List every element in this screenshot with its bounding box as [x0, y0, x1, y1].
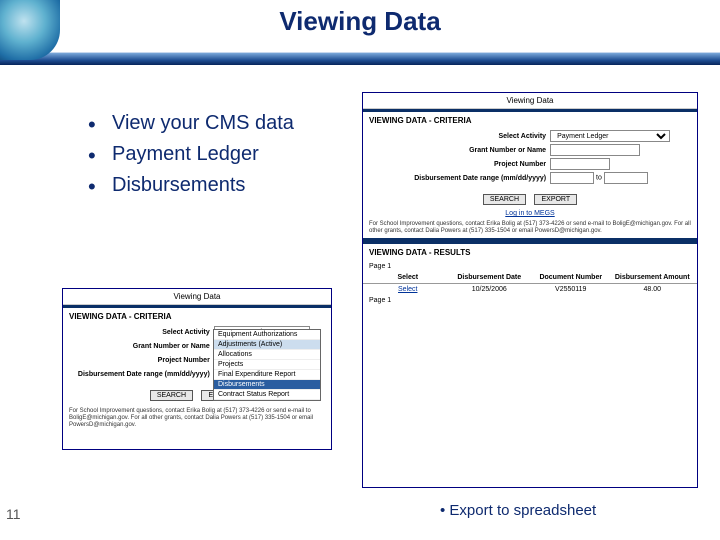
dropdown-option[interactable]: Equipment Authorizations: [214, 330, 320, 340]
search-button[interactable]: SEARCH: [483, 194, 526, 205]
results-row[interactable]: Select 10/25/2006 V2550119 48.00: [363, 284, 697, 295]
dropdown-option[interactable]: Contract Status Report: [214, 390, 320, 400]
activity-dropdown-open[interactable]: Equipment Authorizations Adjustments (Ac…: [213, 329, 321, 401]
select-activity-label: Select Activity: [69, 329, 214, 336]
col-disbursement-amount: Disbursement Amount: [612, 274, 694, 281]
criteria-heading: VIEWING DATA - CRITERIA: [63, 308, 331, 325]
bullet-item-2: Payment Ledger: [88, 143, 294, 166]
col-document-number: Document Number: [530, 274, 612, 281]
dropdown-option[interactable]: Final Expenditure Report: [214, 370, 320, 380]
dropdown-option[interactable]: Adjustments (Active): [214, 340, 320, 350]
export-note-text: Export to spreadsheet: [449, 502, 596, 519]
login-link[interactable]: Log in to MEGS: [363, 209, 697, 218]
grant-input[interactable]: [550, 144, 640, 156]
row-amount: 48.00: [612, 286, 694, 293]
select-activity-label: Select Activity: [369, 133, 550, 140]
bullet-item-3: Disbursements: [88, 174, 294, 197]
app-title: Viewing Data: [63, 289, 331, 305]
bullet-list: View your CMS data Payment Ledger Disbur…: [48, 112, 294, 205]
row-select-link[interactable]: Select: [367, 286, 449, 293]
logo-orb-icon: [0, 0, 60, 60]
date-range-label: Disbursement Date range (mm/dd/yyyy): [369, 175, 550, 182]
footer-help-text: For School Improvement questions, contac…: [63, 405, 331, 433]
screenshot-criteria-results: Viewing Data VIEWING DATA - CRITERIA Sel…: [362, 92, 698, 488]
date-range-label: Disbursement Date range (mm/dd/yyyy): [69, 371, 214, 378]
project-label: Project Number: [369, 161, 550, 168]
grant-label: Grant Number or Name: [69, 343, 214, 350]
grant-label: Grant Number or Name: [369, 147, 550, 154]
criteria-heading: VIEWING DATA - CRITERIA: [363, 112, 697, 129]
dropdown-option[interactable]: Projects: [214, 360, 320, 370]
col-disbursement-date: Disbursement Date: [449, 274, 531, 281]
results-heading: VIEWING DATA - RESULTS: [363, 244, 697, 261]
dropdown-option[interactable]: Allocations: [214, 350, 320, 360]
page-label-bottom: Page 1: [363, 295, 697, 306]
dropdown-option[interactable]: Disbursements: [214, 380, 320, 390]
project-input[interactable]: [550, 158, 610, 170]
project-label: Project Number: [69, 357, 214, 364]
search-button[interactable]: SEARCH: [150, 390, 193, 401]
title-underline-bar: [0, 52, 720, 65]
app-title: Viewing Data: [363, 93, 697, 109]
row-docnum: V2550119: [530, 286, 612, 293]
slide-number: 11: [6, 506, 21, 522]
row-date: 10/25/2006: [449, 286, 531, 293]
page-label: Page 1: [363, 261, 697, 272]
results-header-row: Select Disbursement Date Document Number…: [363, 272, 697, 284]
export-button[interactable]: EXPORT: [534, 194, 577, 205]
to-label: to: [596, 175, 602, 182]
screenshot-criteria-dropdown: Viewing Data VIEWING DATA - CRITERIA Sel…: [62, 288, 332, 450]
export-note: • Export to spreadsheet: [440, 502, 596, 519]
select-activity-dropdown[interactable]: Payment Ledger: [550, 130, 670, 142]
bullet-item-1: View your CMS data: [88, 112, 294, 135]
date-from-input[interactable]: [550, 172, 594, 184]
footer-help-text: For School Improvement questions, contac…: [363, 218, 697, 238]
slide-title: Viewing Data: [0, 6, 720, 37]
col-select: Select: [367, 274, 449, 281]
date-to-input[interactable]: [604, 172, 648, 184]
